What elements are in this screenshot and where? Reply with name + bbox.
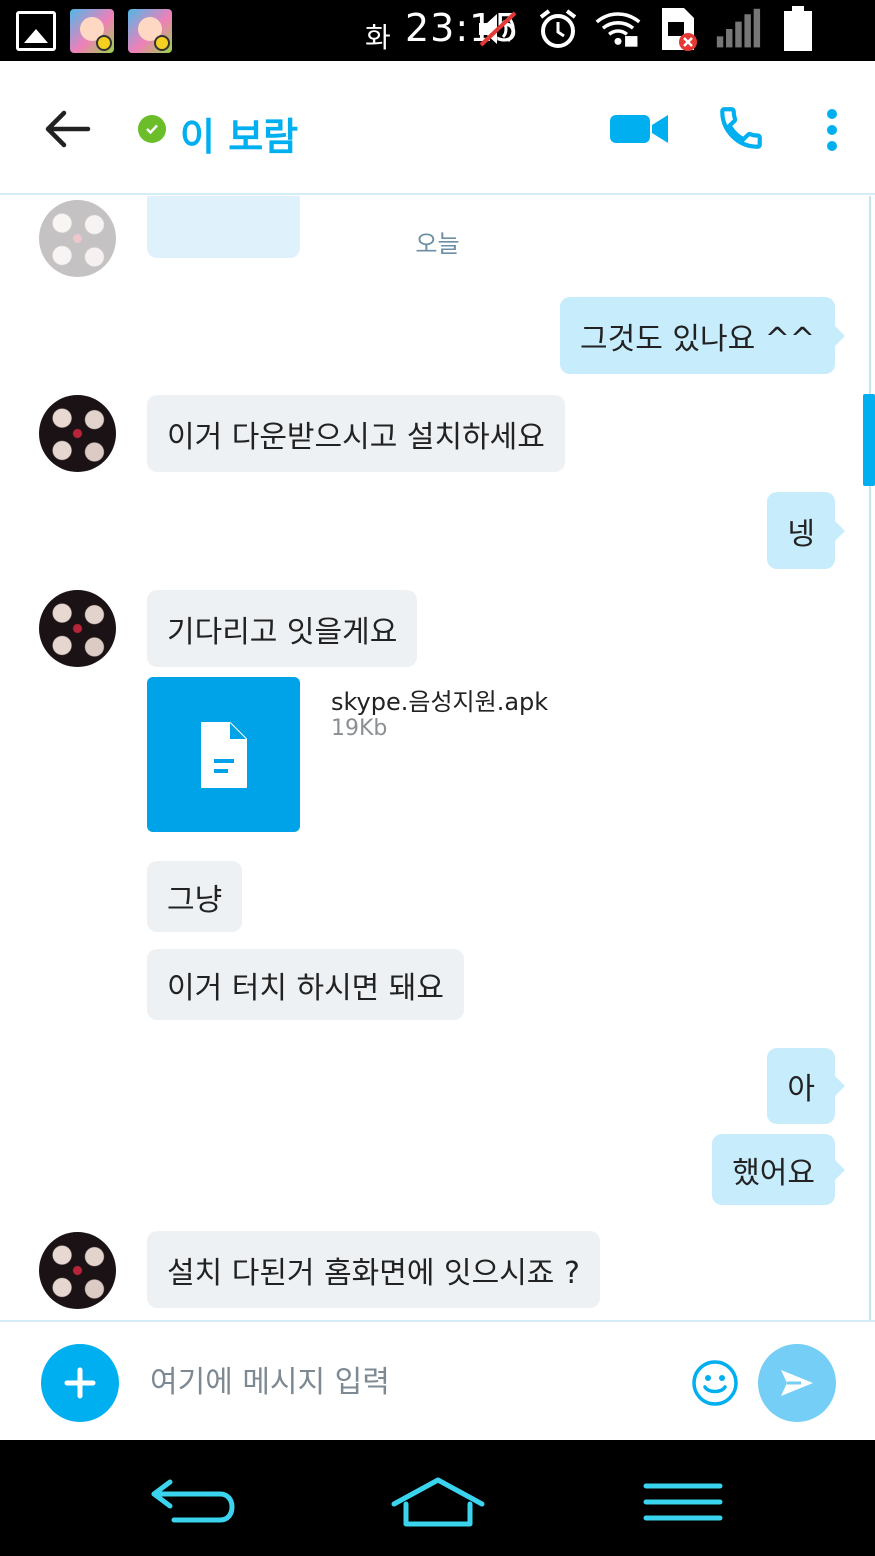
avatar[interactable]: [39, 1232, 116, 1309]
send-icon: [781, 1370, 813, 1396]
menu-icon: [643, 1483, 723, 1521]
smiley-icon: [692, 1360, 738, 1406]
message-bubble-incoming[interactable]: 기다리고 잇을게요: [147, 590, 418, 667]
message-bubble-incoming[interactable]: 그냥: [147, 861, 243, 932]
video-camera-icon: [610, 115, 668, 143]
status-bar: 화 23:15: [0, 0, 875, 61]
nav-menu-button[interactable]: [642, 1480, 724, 1524]
contact-name[interactable]: 이 보람: [180, 106, 298, 161]
message-bubble-incoming[interactable]: 이거 터치 하시면 돼요: [147, 949, 465, 1020]
avatar[interactable]: [39, 395, 116, 472]
status-day: 화: [365, 21, 391, 54]
app-icon: [70, 9, 114, 53]
more-options-button[interactable]: [818, 106, 846, 154]
send-button[interactable]: [758, 1344, 836, 1422]
more-vertical-icon: [827, 109, 837, 151]
voice-call-button[interactable]: [716, 103, 766, 153]
message-bubble-incoming[interactable]: 설치 다된거 홈화면에 잇으시죠 ?: [147, 1231, 600, 1308]
scrollbar-thumb[interactable]: [863, 394, 875, 486]
message-bubble-outgoing[interactable]: 아: [767, 1048, 845, 1124]
presence-online-icon: [138, 115, 166, 143]
message-input[interactable]: [140, 1352, 670, 1412]
mute-icon: [475, 6, 521, 52]
system-nav-bar: [0, 1440, 875, 1556]
nav-home-button[interactable]: [390, 1474, 486, 1528]
battery-icon: [775, 6, 821, 52]
chat-header: 이 보람: [0, 61, 875, 195]
emoji-button[interactable]: [690, 1358, 740, 1408]
add-attachment-button[interactable]: [41, 1344, 119, 1422]
wifi-icon: [595, 6, 641, 52]
date-separator: 오늘: [415, 230, 460, 258]
signal-icon: [715, 6, 761, 52]
nav-back-button[interactable]: [146, 1476, 238, 1526]
file-name[interactable]: skype.음성지원.apk: [331, 682, 548, 717]
message-bubble-incoming[interactable]: 이거 다운받으시고 설치하세요: [147, 395, 565, 472]
message-composer: [0, 1320, 875, 1440]
app-icon: [128, 9, 172, 53]
arrow-left-icon: [45, 110, 91, 148]
document-icon: [200, 721, 247, 788]
message-list-edge: [869, 196, 871, 1320]
phone-icon: [720, 107, 762, 149]
plus-icon: [64, 1367, 96, 1399]
sim-error-icon: [655, 6, 701, 52]
message-list[interactable]: 오늘 그것도 있나요 ^^ 이거 다운받으시고 설치하세요 넹 기다리고 잇을게…: [0, 196, 875, 1320]
video-call-button[interactable]: [608, 109, 670, 149]
back-button[interactable]: [40, 105, 96, 153]
message-bubble-outgoing[interactable]: 그것도 있나요 ^^: [560, 297, 845, 374]
back-arrow-icon: [151, 1479, 235, 1523]
message-bubble-outgoing[interactable]: 넹: [767, 492, 845, 569]
message-bubble-outgoing[interactable]: 했어요: [712, 1134, 845, 1205]
gallery-icon: [16, 11, 56, 51]
avatar[interactable]: [39, 590, 116, 667]
file-size: 19Kb: [331, 716, 388, 741]
alarm-icon: [535, 6, 581, 52]
file-attachment[interactable]: [147, 677, 300, 832]
home-icon: [391, 1477, 485, 1527]
